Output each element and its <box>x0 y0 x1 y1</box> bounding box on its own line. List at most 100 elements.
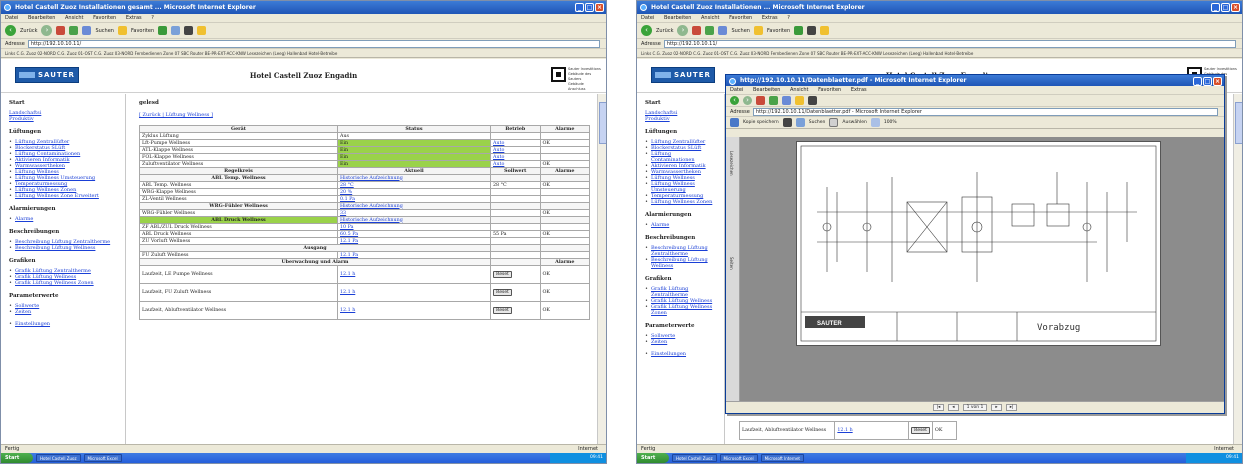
menu-item[interactable]: Ansicht <box>790 87 808 93</box>
nav-link[interactable]: Produktiv <box>9 116 117 122</box>
home-icon[interactable] <box>782 96 791 105</box>
favorites-button[interactable]: Favoriten <box>131 28 154 34</box>
nav-item[interactable]: Beschreibung Lüftung Wellness <box>9 245 117 251</box>
nav-item[interactable]: Einstellungen <box>9 321 117 327</box>
taskbar-item[interactable]: Hotel Castell Zuoz <box>672 454 717 462</box>
device-mode-link[interactable]: Auto <box>490 146 541 154</box>
menu-item[interactable]: Ansicht <box>701 15 719 21</box>
minimize-button[interactable]: _ <box>1193 77 1202 86</box>
refresh-icon[interactable] <box>705 26 715 35</box>
minimize-button[interactable]: _ <box>1211 3 1220 12</box>
minimize-button[interactable]: _ <box>575 3 584 12</box>
prev-page-button[interactable]: ◂ <box>948 404 959 411</box>
nav-item[interactable]: Zeiten <box>645 339 716 345</box>
cursor-icon[interactable] <box>829 118 839 127</box>
save-icon[interactable] <box>730 118 739 127</box>
links-bar[interactable]: Links C.G. Zuoz 02-NORD C.G. Zuoz 01-OST… <box>637 49 1242 58</box>
nav-item[interactable]: Beschreibung Lüftung Zentraltherme <box>645 245 716 257</box>
pdf-tool[interactable]: Kopie speichern <box>743 120 779 125</box>
loop-current-value[interactable]: 20 % <box>337 188 491 196</box>
history-icon[interactable] <box>158 26 168 35</box>
taskbar-item[interactable]: Microsoft Excel <box>719 454 758 462</box>
address-input[interactable]: http://192.10.10.11/ <box>663 39 1236 48</box>
loop-current-value[interactable]: 28 °C <box>337 181 491 189</box>
favorites-icon[interactable] <box>117 26 127 35</box>
start-button[interactable]: Start <box>1 453 33 463</box>
loop-current-value[interactable]: 12.1 Pa <box>337 237 491 245</box>
stop-icon[interactable] <box>756 96 765 105</box>
menu-item[interactable]: Ansicht <box>65 15 83 21</box>
search-icon[interactable] <box>795 118 805 127</box>
forward-icon[interactable]: › <box>677 25 689 36</box>
close-button[interactable]: × <box>1213 77 1222 86</box>
bookmarks-tab[interactable]: Lesezeichen <box>729 151 734 176</box>
home-icon[interactable] <box>82 26 92 35</box>
row-value[interactable]: 12.1 h <box>834 421 910 440</box>
history-link[interactable]: Historische Aufzeichnung <box>337 174 491 182</box>
nav-item[interactable]: Grafik Lüftung Zentraltherme <box>645 286 716 298</box>
back-icon[interactable]: ‹ <box>5 25 16 36</box>
menu-item[interactable]: Favoriten <box>93 15 116 21</box>
next-page-button[interactable]: ▸ <box>991 404 1002 411</box>
taskbar-item[interactable]: Microsoft Excel <box>83 454 122 462</box>
folder-icon[interactable] <box>820 26 830 35</box>
close-button[interactable]: × <box>595 3 604 12</box>
menu-item[interactable]: Bearbeiten <box>753 87 780 93</box>
loop-current-value[interactable]: 60.5 Pa <box>337 230 491 238</box>
loop-current-value[interactable]: 10 Pa <box>337 223 491 231</box>
runtime-value[interactable]: 12.1 h <box>337 265 491 284</box>
links-bar[interactable]: Links C.G. Zuoz 02-NORD C.G. Zuoz 01-OST… <box>1 49 606 58</box>
menu-item[interactable]: Extras <box>126 15 142 21</box>
nav-item[interactable]: Lüftung Wellness Zonen <box>645 199 716 205</box>
favorites-icon[interactable] <box>795 96 804 105</box>
device-mode-link[interactable]: Auto <box>490 153 541 161</box>
menu-item[interactable]: Datei <box>730 87 743 93</box>
nav-item[interactable]: Beschreibung Lüftung Wellness <box>645 257 716 269</box>
nav-item[interactable]: Alarme <box>645 222 716 228</box>
forward-icon[interactable]: › <box>743 96 752 105</box>
mail-icon[interactable] <box>171 26 181 35</box>
search-button[interactable]: Suchen <box>731 28 750 34</box>
nav-item[interactable]: Grafik Lüftung Wellness Zonen <box>9 280 117 286</box>
print-icon[interactable] <box>782 118 792 127</box>
pages-tab[interactable]: Seiten <box>729 257 734 270</box>
menu-item[interactable]: Extras <box>762 15 778 21</box>
nav-item[interactable]: Lüftung Wellness Zone Erweitert <box>9 193 117 199</box>
runtime-value[interactable]: 12.1 h <box>337 301 491 320</box>
reset-button[interactable]: Reset <box>493 289 512 296</box>
reset-button[interactable]: Reset <box>493 307 512 314</box>
runtime-value[interactable]: 12.1 h <box>337 283 491 302</box>
page-scrollbar[interactable] <box>1233 94 1242 444</box>
taskbar-item[interactable]: Microsoft Internet <box>760 454 804 462</box>
home-icon[interactable] <box>718 26 728 35</box>
pdf-viewer[interactable]: Lesezeichen Seiten SAUTER Vorabzug <box>726 137 1224 401</box>
menu-item[interactable]: Bearbeiten <box>28 15 55 21</box>
menu-item[interactable]: Datei <box>5 15 18 21</box>
first-page-button[interactable]: |◂ <box>932 404 945 411</box>
nav-item[interactable]: Lüftung Wellness Umsteuerung <box>645 181 716 193</box>
device-mode-link[interactable]: Auto <box>490 139 541 147</box>
history-link[interactable]: Historische Aufzeichnung <box>337 202 491 210</box>
maximize-button[interactable]: □ <box>1221 3 1230 12</box>
page-indicator[interactable]: 1 von 1 <box>962 404 988 411</box>
print-icon[interactable] <box>807 26 817 35</box>
refresh-icon[interactable] <box>769 96 778 105</box>
taskbar-item[interactable]: Hotel Castell Zuoz <box>36 454 81 462</box>
back-link[interactable]: [ Zurück | Lüftung Wellness ] <box>139 112 590 118</box>
pdf-tool[interactable]: Auswählen <box>842 120 866 125</box>
zoom-icon[interactable] <box>870 118 880 127</box>
search-button[interactable]: Suchen <box>95 28 114 34</box>
favorites-button[interactable]: Favoriten <box>767 28 790 34</box>
pdf-zoom[interactable]: 100% <box>884 120 897 125</box>
back-icon[interactable]: ‹ <box>641 25 652 36</box>
nav-link[interactable]: Produktiv <box>645 116 716 122</box>
history-link[interactable]: Historische Aufzeichnung <box>337 216 491 224</box>
reset-button[interactable]: Reset <box>493 271 512 278</box>
close-button[interactable]: × <box>1231 3 1240 12</box>
last-page-button[interactable]: ▸| <box>1005 404 1018 411</box>
maximize-button[interactable]: □ <box>1203 77 1212 86</box>
forward-icon[interactable]: › <box>41 25 53 36</box>
back-label[interactable]: Zurück <box>656 28 673 34</box>
refresh-icon[interactable] <box>69 26 79 35</box>
pdf-tool[interactable]: Suchen <box>809 120 826 125</box>
